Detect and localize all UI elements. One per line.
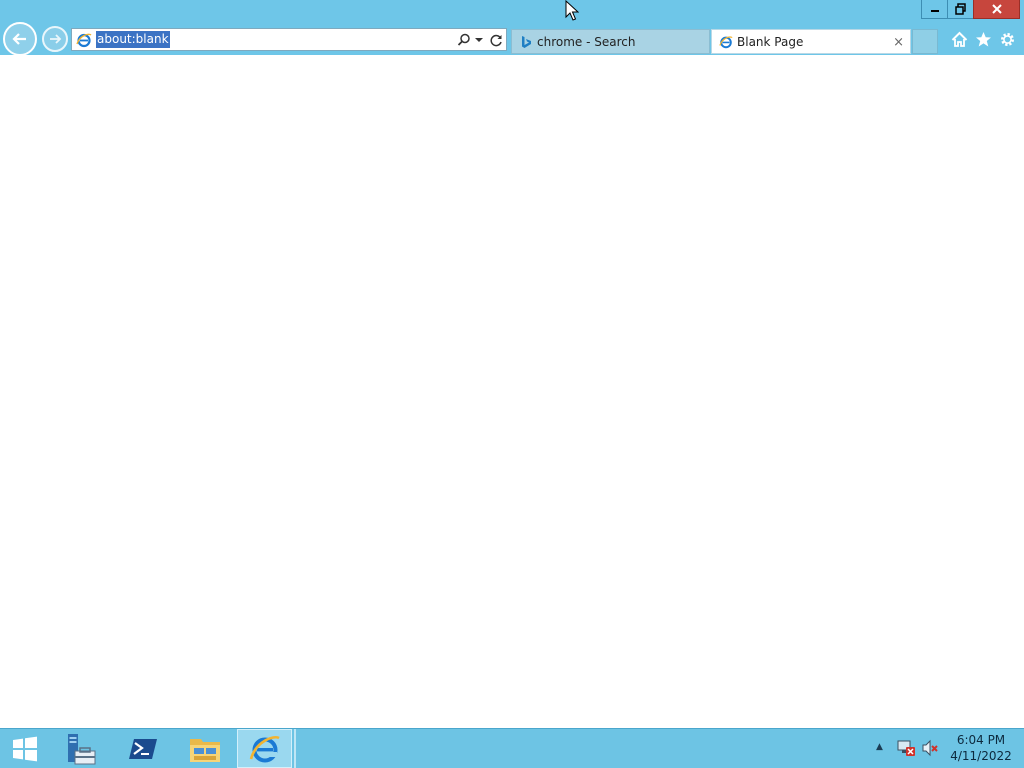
tools-button[interactable]: [998, 30, 1016, 48]
restore-button[interactable]: [947, 0, 974, 19]
windows-start-icon: [13, 736, 37, 761]
minimize-icon: [930, 10, 939, 12]
ie-icon: [719, 36, 733, 49]
new-tab-button[interactable]: [912, 29, 938, 54]
internet-explorer-icon: [249, 735, 280, 762]
server-manager-icon: [68, 733, 96, 764]
taskbar-separator: [294, 729, 296, 768]
favorites-button[interactable]: [974, 30, 992, 48]
gear-icon: [1000, 32, 1014, 46]
close-icon: [991, 4, 1002, 14]
home-button[interactable]: [950, 30, 968, 48]
tab-close-button[interactable]: ×: [893, 30, 904, 55]
taskbar-powershell[interactable]: [118, 729, 168, 768]
search-icon: [457, 33, 470, 46]
taskbar-file-explorer[interactable]: [180, 729, 230, 768]
chevron-down-icon: [475, 38, 483, 42]
close-button[interactable]: [973, 0, 1020, 19]
refresh-button[interactable]: [488, 32, 504, 48]
ie-icon: [76, 33, 92, 48]
clock-time: 6:04 PM: [956, 733, 1006, 747]
search-button[interactable]: [456, 32, 472, 48]
back-button[interactable]: [3, 22, 37, 56]
page-content[interactable]: [0, 55, 1024, 728]
taskbar-internet-explorer[interactable]: [237, 729, 292, 768]
taskbar-server-manager[interactable]: [56, 729, 106, 768]
tab-chrome-search[interactable]: chrome - Search: [511, 29, 710, 54]
restore-icon: [954, 3, 966, 15]
back-arrow-icon: [12, 33, 26, 45]
tab-label: chrome - Search: [537, 35, 636, 49]
address-bar[interactable]: about:blank: [71, 28, 507, 51]
minimize-button[interactable]: [921, 0, 948, 19]
refresh-icon: [489, 34, 502, 46]
start-button[interactable]: [2, 729, 48, 768]
file-explorer-icon: [190, 738, 220, 762]
taskbar: ▲ 6:04 PM 4/11/2022: [0, 728, 1024, 768]
address-dropdown-button[interactable]: [474, 32, 484, 48]
system-clock[interactable]: 6:04 PM 4/11/2022: [948, 732, 1014, 764]
address-input[interactable]: about:blank: [96, 31, 170, 48]
home-icon: [951, 31, 967, 47]
volume-muted-icon[interactable]: [921, 739, 939, 757]
network-error-icon[interactable]: [897, 739, 915, 757]
clock-date: 4/11/2022: [950, 749, 1012, 763]
mouse-cursor-icon: [565, 0, 579, 21]
bing-icon: [522, 36, 531, 48]
tab-label: Blank Page: [737, 35, 804, 49]
browser-chrome: about:blank chrome - Search Blank Page ×: [0, 0, 1024, 56]
star-icon: [975, 31, 991, 46]
forward-button[interactable]: [42, 26, 68, 52]
show-hidden-icons-button[interactable]: ▲: [876, 742, 883, 752]
tab-blank-page[interactable]: Blank Page ×: [711, 29, 911, 54]
powershell-icon: [129, 738, 157, 759]
forward-arrow-icon: [50, 34, 62, 44]
